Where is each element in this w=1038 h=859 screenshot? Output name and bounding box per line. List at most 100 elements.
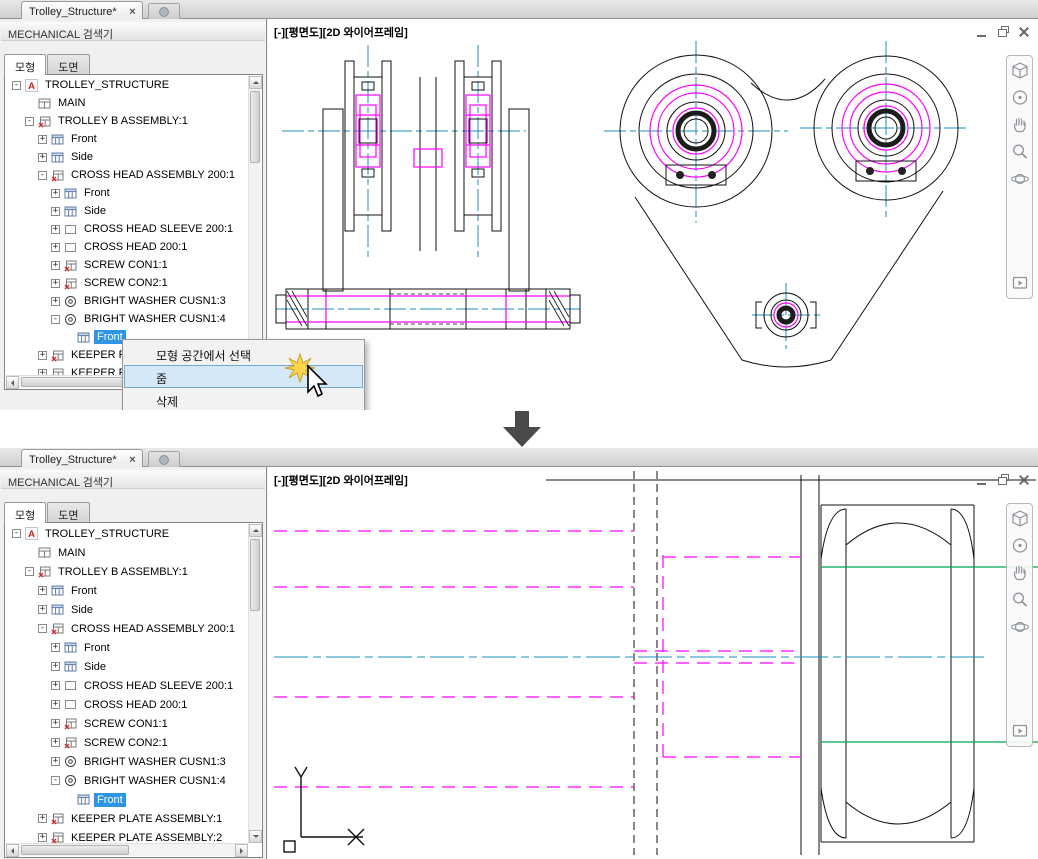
vertical-scrollbar-thumb[interactable]	[250, 91, 260, 163]
tree-item[interactable]: + CROSS HEAD SLEEVE 200:1	[6, 676, 248, 695]
expand-icon[interactable]: +	[51, 206, 60, 216]
collapse-icon[interactable]: -	[12, 80, 21, 90]
tree-item-label[interactable]: SCREW CON2:1	[81, 276, 171, 290]
tree-item[interactable]: - A TROLLEY_STRUCTURE	[6, 524, 248, 543]
tree-item-label[interactable]: CROSS HEAD ASSEMBLY 200:1	[68, 168, 238, 182]
tree-item[interactable]: - CROSS HEAD ASSEMBLY 200:1	[6, 166, 248, 184]
tree-item-label[interactable]: TROLLEY B ASSEMBLY:1	[55, 114, 191, 128]
show-motion-icon[interactable]	[1010, 273, 1030, 293]
tree-item-label[interactable]: KEEPER PLATE ASSEMBLY:1	[68, 812, 225, 826]
tree-item-label[interactable]: BRIGHT WASHER CUSN1:3	[81, 755, 229, 769]
tree-item-label[interactable]: SCREW CON1:1	[81, 258, 171, 272]
vertical-scrollbar[interactable]	[248, 524, 262, 843]
expand-icon[interactable]: +	[51, 700, 60, 709]
expand-icon[interactable]: +	[38, 134, 47, 144]
tree-item[interactable]: + Side	[6, 600, 248, 619]
tab-close-icon[interactable]: ×	[127, 6, 138, 18]
tree-item-label[interactable]: CROSS HEAD SLEEVE 200:1	[81, 222, 236, 236]
tree-item-label[interactable]: Front	[68, 132, 100, 146]
expand-icon[interactable]: +	[51, 260, 60, 270]
tree-item-label[interactable]: SCREW CON1:1	[81, 717, 171, 731]
orbit-icon[interactable]	[1010, 169, 1030, 189]
drawing-viewport[interactable]: [-][평면도][2D 와이어프레임]	[268, 467, 1038, 859]
tree-item[interactable]: Front	[6, 790, 248, 809]
tree-item[interactable]: + CROSS HEAD 200:1	[6, 695, 248, 714]
expand-icon[interactable]: +	[51, 719, 60, 728]
cad-drawing-trolley-assembly[interactable]	[268, 19, 1038, 410]
tree-item-label[interactable]: CROSS HEAD ASSEMBLY 200:1	[68, 622, 238, 636]
orbit-icon[interactable]	[1010, 617, 1030, 637]
collapse-icon[interactable]: -	[38, 624, 47, 633]
tree-item[interactable]: + SCREW CON2:1	[6, 274, 248, 292]
tree-item[interactable]: + KEEPER PLATE ASSEMBLY:1	[6, 809, 248, 828]
tree-item[interactable]: + Front	[6, 581, 248, 600]
tree-item-label[interactable]: Front	[94, 330, 126, 344]
browser-tab-1[interactable]: 도면	[47, 54, 90, 74]
browser-tab-1[interactable]: 도면	[47, 502, 90, 522]
tree-item[interactable]: - A TROLLEY_STRUCTURE	[6, 76, 248, 94]
expand-icon[interactable]: +	[51, 681, 60, 690]
tree-item-label[interactable]: MAIN	[55, 546, 89, 560]
navigation-wheel-icon[interactable]	[1010, 88, 1030, 108]
tree-item[interactable]: + KEEPER PLATE ASSEMBLY:2	[6, 828, 248, 843]
restore-icon[interactable]	[997, 474, 1009, 486]
vertical-scrollbar[interactable]	[248, 76, 262, 375]
tree-item-label[interactable]: BRIGHT WASHER CUSN1:3	[81, 294, 229, 308]
tree-item[interactable]: - BRIGHT WASHER CUSN1:4	[6, 310, 248, 328]
view-cube-icon[interactable]	[1010, 509, 1030, 529]
scroll-down-button[interactable]	[249, 830, 262, 843]
tree-item[interactable]: + Front	[6, 638, 248, 657]
drawing-viewport[interactable]: [-][평면도][2D 와이어프레임]	[268, 19, 1038, 410]
expand-icon[interactable]: +	[38, 833, 47, 842]
tab-close-icon[interactable]: ×	[127, 454, 138, 466]
navigation-wheel-icon[interactable]	[1010, 536, 1030, 556]
expand-icon[interactable]: +	[51, 242, 60, 252]
tree-item-label[interactable]: TROLLEY_STRUCTURE	[42, 527, 172, 541]
tree-item-label[interactable]: Side	[81, 204, 109, 218]
tree-item-label[interactable]: Front	[68, 584, 100, 598]
tree-item-label[interactable]: MAIN	[55, 96, 89, 110]
collapse-icon[interactable]: -	[12, 529, 21, 538]
minimize-icon[interactable]	[976, 474, 988, 486]
tree-item[interactable]: - TROLLEY B ASSEMBLY:1	[6, 562, 248, 581]
expand-icon[interactable]: +	[38, 814, 47, 823]
expand-icon[interactable]: +	[51, 738, 60, 747]
tree-item-label[interactable]: SCREW CON2:1	[81, 736, 171, 750]
browser-tab-0[interactable]: 모형	[4, 502, 47, 523]
tree-item[interactable]: + Front	[6, 184, 248, 202]
tree-item[interactable]: + Side	[6, 148, 248, 166]
expand-icon[interactable]: +	[38, 586, 47, 595]
zoom-icon[interactable]	[1010, 142, 1030, 162]
collapse-icon[interactable]: -	[51, 776, 60, 785]
restore-icon[interactable]	[997, 26, 1009, 38]
tree-item-label[interactable]: Side	[81, 660, 109, 674]
vertical-scrollbar-thumb[interactable]	[250, 539, 260, 611]
file-tab[interactable]: Trolley_Structure* ×	[21, 1, 143, 19]
cad-drawing-zoomed-washer[interactable]	[268, 467, 1038, 859]
tree-item-label[interactable]: CROSS HEAD SLEEVE 200:1	[81, 679, 236, 693]
scroll-up-button[interactable]	[249, 76, 262, 89]
minimize-icon[interactable]	[976, 26, 988, 38]
tree-item[interactable]: + Side	[6, 657, 248, 676]
tree-item-label[interactable]: Front	[81, 186, 113, 200]
collapse-icon[interactable]: -	[25, 567, 34, 576]
tree-item[interactable]: - CROSS HEAD ASSEMBLY 200:1	[6, 619, 248, 638]
scroll-left-button[interactable]	[6, 376, 19, 389]
collapse-icon[interactable]: -	[38, 170, 47, 180]
new-tab-button[interactable]	[148, 3, 180, 19]
tree-item[interactable]: + BRIGHT WASHER CUSN1:3	[6, 292, 248, 310]
tree-item[interactable]: + Front	[6, 130, 248, 148]
scroll-left-button[interactable]	[6, 844, 19, 857]
pan-hand-icon[interactable]	[1010, 115, 1030, 135]
expand-icon[interactable]: +	[51, 296, 60, 306]
close-icon[interactable]	[1018, 26, 1030, 38]
browser-tab-0[interactable]: 모형	[4, 54, 47, 75]
zoom-icon[interactable]	[1010, 590, 1030, 610]
tree-item-label[interactable]: TROLLEY_STRUCTURE	[42, 78, 172, 92]
scroll-right-button[interactable]	[235, 844, 248, 857]
expand-icon[interactable]: +	[51, 188, 60, 198]
file-tab[interactable]: Trolley_Structure* ×	[21, 449, 143, 467]
tree-item[interactable]: - TROLLEY B ASSEMBLY:1	[6, 112, 248, 130]
tree-item[interactable]: MAIN	[6, 94, 248, 112]
tree-item-label[interactable]: CROSS HEAD 200:1	[81, 698, 190, 712]
